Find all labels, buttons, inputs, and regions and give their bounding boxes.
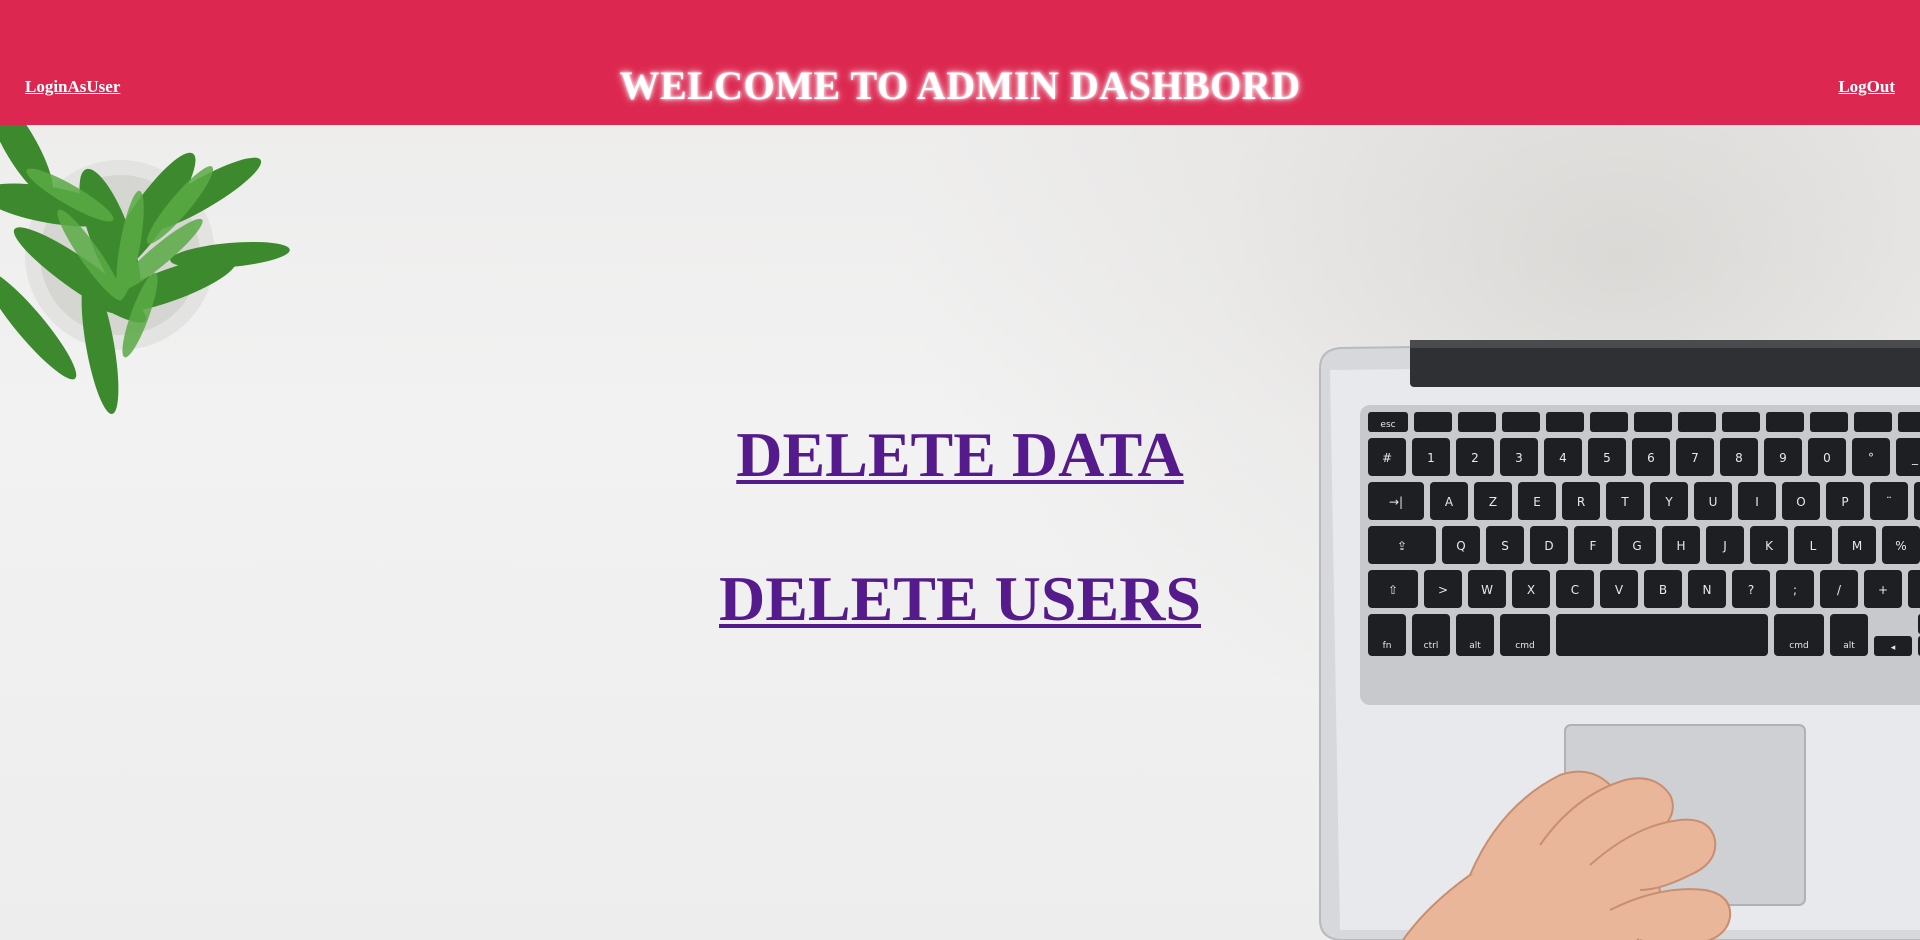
svg-text:ctrl: ctrl	[1424, 641, 1439, 651]
svg-text:cmd: cmd	[1789, 641, 1808, 651]
top-header-bar: LoginAsUser WELCOME TO ADMIN DASHBORD Lo…	[0, 0, 1920, 125]
svg-text:cmd: cmd	[1515, 641, 1534, 651]
svg-text:fn: fn	[1383, 641, 1392, 651]
admin-actions: DELETE DATA DELETE USERS	[0, 419, 1920, 635]
logout-link[interactable]: LogOut	[1838, 77, 1895, 97]
svg-text:◂: ◂	[1891, 643, 1896, 653]
delete-data-link[interactable]: DELETE DATA	[736, 419, 1184, 490]
delete-users-link[interactable]: DELETE USERS	[719, 563, 1201, 634]
svg-text:alt: alt	[1843, 641, 1855, 651]
page-title: WELCOME TO ADMIN DASHBORD	[619, 63, 1301, 108]
clasped-hands-image	[1401, 770, 1732, 940]
svg-text:alt: alt	[1469, 641, 1481, 651]
potted-plant-image	[0, 125, 290, 414]
